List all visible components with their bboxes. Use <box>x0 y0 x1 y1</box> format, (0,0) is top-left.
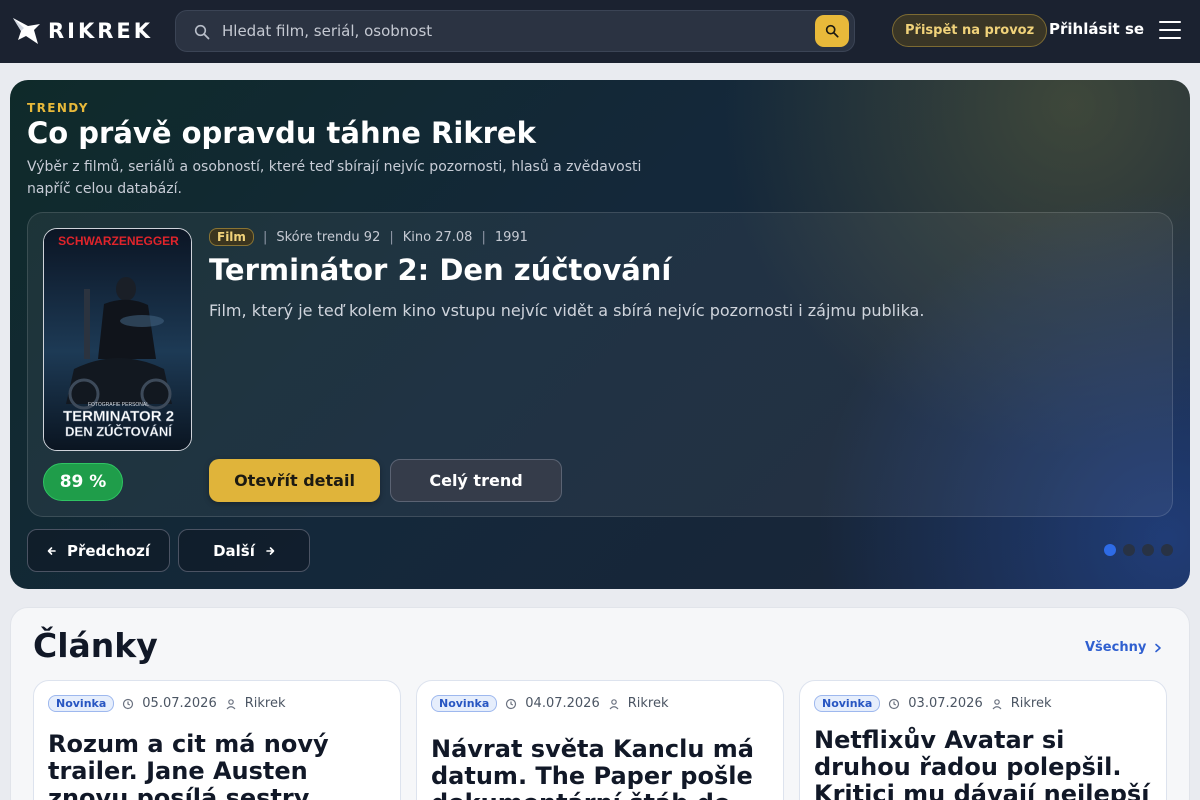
article-title[interactable]: Netflixův Avatar si druhou řadou polepši… <box>814 727 1154 800</box>
movie-description: Film, který je teď kolem kino vstupu nej… <box>209 301 925 320</box>
article-badge: Novinka <box>431 695 498 712</box>
user-icon <box>226 698 236 709</box>
search-input[interactable] <box>222 11 782 51</box>
poster-title-line2: DEN ZÚČTOVÁNÍ <box>65 424 172 439</box>
carousel-dot[interactable] <box>1161 544 1173 556</box>
trend-score: Skóre trendu 92 <box>276 229 381 245</box>
all-articles-link[interactable]: Všechny <box>1085 640 1162 655</box>
movie-title[interactable]: Terminátor 2: Den zúčtování <box>209 253 671 287</box>
donate-button[interactable]: Přispět na provoz <box>892 14 1048 47</box>
article-meta: Novinka 04.07.2026 Rikrek <box>431 695 668 712</box>
article-meta: Novinka 03.07.2026 Rikrek <box>814 695 1051 712</box>
type-chip: Film <box>209 228 254 246</box>
login-link[interactable]: Přihlásit se <box>1049 20 1144 38</box>
search-submit-button[interactable] <box>815 15 849 47</box>
meta-separator: | <box>389 229 394 245</box>
article-card[interactable]: Novinka 05.07.2026 Rikrek Rozum a cit má… <box>33 680 401 800</box>
poster-title-line1: TERMINATOR 2 <box>63 408 174 425</box>
carousel-dot[interactable] <box>1123 544 1135 556</box>
movie-poster[interactable]: SCHWARZENEGGER FOTOGRAFIE PERSONAL TERMI… <box>43 228 192 451</box>
article-card[interactable]: Novinka 03.07.2026 Rikrek Netflixův Avat… <box>799 680 1167 800</box>
articles-title: Články <box>33 626 158 665</box>
logo-text: RIKREK <box>48 19 154 43</box>
trending-title: Co právě opravdu táhne Rikrek <box>27 116 536 150</box>
cinema-date: Kino 27.08 <box>402 229 473 245</box>
user-icon <box>992 698 1002 709</box>
article-author: Rikrek <box>627 696 669 711</box>
carousel-dot[interactable] <box>1104 544 1116 556</box>
next-label: Další <box>213 541 255 560</box>
movie-meta: Film | Skóre trendu 92 | Kino 27.08 | 19… <box>209 228 528 246</box>
release-year: 1991 <box>494 229 528 245</box>
arrow-left-icon <box>47 546 56 555</box>
clock-icon <box>889 698 900 709</box>
search-bar <box>175 10 855 52</box>
logo[interactable]: RIKREK <box>12 14 153 48</box>
search-icon <box>194 24 210 40</box>
article-title[interactable]: Návrat světa Kanclu má datum. The Paper … <box>431 736 771 800</box>
article-badge: Novinka <box>48 695 115 712</box>
clock-icon <box>123 698 134 709</box>
carousel-dots <box>1104 544 1173 556</box>
next-button[interactable]: Další <box>178 529 310 572</box>
article-date: 05.07.2026 <box>142 696 217 711</box>
search-submit-icon <box>825 24 839 38</box>
poster-image: SCHWARZENEGGER FOTOGRAFIE PERSONAL TERMI… <box>44 229 191 450</box>
meta-separator: | <box>262 229 268 245</box>
article-badge: Novinka <box>814 695 881 712</box>
rating-badge: 89 % <box>43 463 123 501</box>
menu-icon[interactable] <box>1159 21 1181 39</box>
article-author: Rikrek <box>1010 696 1052 711</box>
arrow-right-icon <box>266 546 275 555</box>
trending-description: Výběr z filmů, seriálů a osobností, kter… <box>27 159 642 197</box>
carousel-dot[interactable] <box>1142 544 1154 556</box>
full-trend-button[interactable]: Celý trend <box>390 459 562 502</box>
open-detail-button[interactable]: Otevřít detail <box>209 459 380 502</box>
article-author: Rikrek <box>244 696 286 711</box>
trending-section: TRENDY Co právě opravdu táhne Rikrek Výb… <box>10 80 1190 589</box>
article-meta: Novinka 05.07.2026 Rikrek <box>48 695 285 712</box>
section-kicker: TRENDY <box>27 101 89 115</box>
clock-icon <box>506 698 517 709</box>
trending-card: SCHWARZENEGGER FOTOGRAFIE PERSONAL TERMI… <box>27 212 1173 517</box>
chevron-right-icon <box>1155 643 1162 652</box>
article-card[interactable]: Novinka 04.07.2026 Rikrek Návrat světa K… <box>416 680 784 800</box>
previous-button[interactable]: Předchozí <box>27 529 170 572</box>
article-date: 03.07.2026 <box>908 696 983 711</box>
meta-separator: | <box>481 229 486 245</box>
articles-section: Články Všechny Novinka 05.07.2026 Rikrek… <box>10 607 1190 800</box>
previous-label: Předchozí <box>66 541 151 560</box>
logo-bird-icon <box>13 18 40 44</box>
all-articles-label: Všechny <box>1085 640 1147 655</box>
top-navigation-bar: RIKREK Přispět na provoz Přihlásit se <box>0 0 1200 63</box>
article-title[interactable]: Rozum a cit má nový trailer. Jane Austen… <box>48 731 388 800</box>
article-date: 04.07.2026 <box>525 696 600 711</box>
poster-top-text: SCHWARZENEGGER <box>58 234 179 248</box>
user-icon <box>609 698 619 709</box>
